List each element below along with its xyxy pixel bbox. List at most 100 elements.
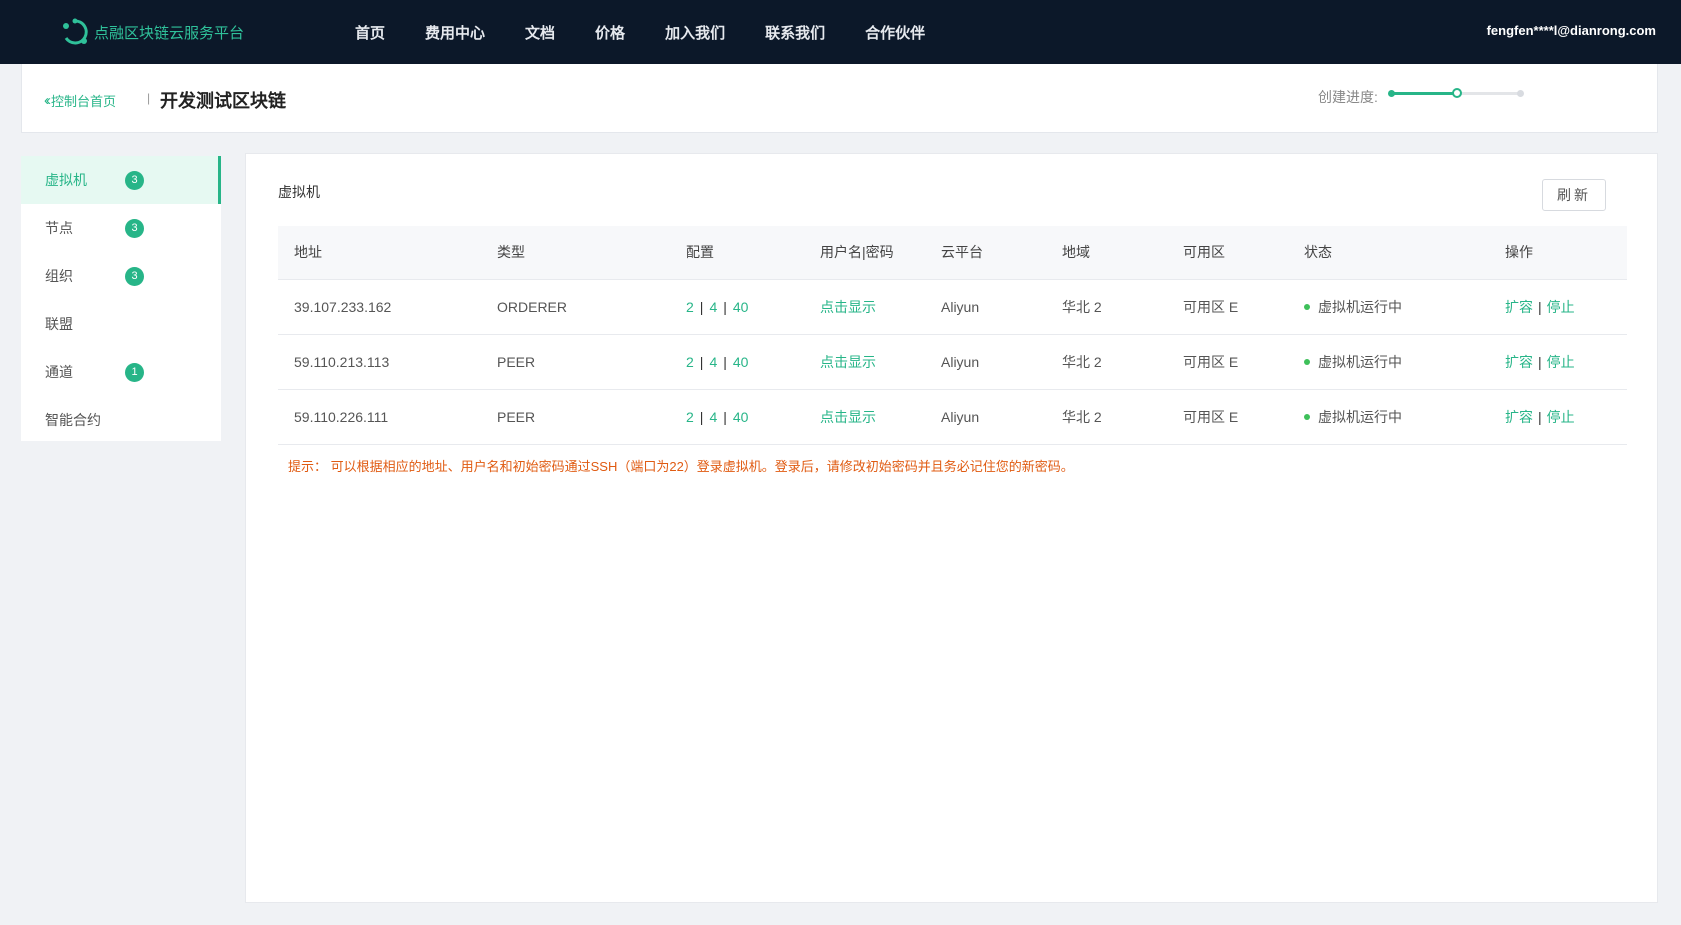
col-cloud: 云平台	[941, 244, 983, 261]
table-header-row: 地址 类型 配置 用户名|密码 云平台 地域 可用区 状态 操作	[278, 226, 1627, 279]
breadcrumb-back[interactable]: ‹‹ 控制台首页	[44, 91, 116, 110]
count-badge: 3	[125, 170, 144, 190]
logo-icon	[63, 18, 88, 45]
cell-zone: 可用区 E	[1183, 353, 1239, 370]
cell-actions: 扩容 | 停止	[1505, 353, 1575, 370]
config-cpu[interactable]: 2	[686, 409, 694, 425]
col-zone: 可用区	[1183, 244, 1225, 261]
cell-region: 华北 2	[1062, 408, 1102, 425]
cell-cloud: Aliyun	[941, 408, 980, 425]
stop-link[interactable]: 停止	[1547, 299, 1575, 315]
show-credentials-link[interactable]: 点击显示	[820, 354, 876, 370]
stop-link[interactable]: 停止	[1547, 409, 1575, 425]
cell-region: 华北 2	[1062, 298, 1102, 315]
nav-join[interactable]: 加入我们	[665, 22, 725, 43]
col-credentials: 用户名|密码	[820, 244, 894, 261]
breadcrumb-console-home: 控制台首页	[51, 94, 117, 109]
sidebar-item-label: 联盟	[45, 316, 73, 332]
cell-zone: 可用区 E	[1183, 408, 1239, 425]
config-disk[interactable]: 40	[733, 354, 749, 370]
sidebar-item-channels[interactable]: 通道 1	[21, 348, 221, 396]
top-navbar: 点融区块链云服务平台 首页 费用中心 文档 价格 加入我们 联系我们 合作伙伴 …	[0, 0, 1681, 64]
cell-credentials: 点击显示	[804, 334, 925, 389]
section-title: 虚拟机	[278, 184, 320, 200]
config-mem[interactable]: 4	[709, 409, 717, 425]
config-disk[interactable]: 40	[733, 409, 749, 425]
count-badge: 1	[125, 362, 144, 382]
sidebar-item-vms[interactable]: 虚拟机 3	[21, 156, 221, 204]
config-cpu[interactable]: 2	[686, 354, 694, 370]
sidebar-item-label: 虚拟机	[45, 172, 87, 188]
cell-status: 虚拟机运行中	[1288, 389, 1489, 444]
cell-actions: 扩容 | 停止	[1505, 298, 1575, 315]
brand-name: 点融区块链云服务平台	[94, 24, 245, 42]
count-badge: 3	[125, 218, 144, 238]
nav-contact[interactable]: 联系我们	[765, 22, 825, 43]
sidebar-item-contracts[interactable]: 智能合约	[21, 396, 221, 444]
scale-up-link[interactable]: 扩容	[1505, 354, 1533, 370]
cell-config: 2 | 4 | 40	[686, 353, 749, 370]
sidebar-item-label: 组织	[45, 268, 73, 284]
double-chevron-left-icon: ‹‹	[44, 92, 51, 109]
cell-address: 39.107.233.162	[294, 298, 392, 315]
sidebar-item-orgs[interactable]: 组织 3	[21, 252, 221, 300]
brand-logo[interactable]: 点融区块链云服务平台	[60, 17, 244, 47]
config-disk[interactable]: 40	[733, 299, 749, 315]
cell-type: ORDERER	[497, 298, 568, 315]
status-running-dot-icon	[1304, 303, 1310, 310]
page-title: 开发测试区块链	[160, 91, 286, 111]
stop-link[interactable]: 停止	[1547, 354, 1575, 370]
sidebar-item-label: 通道	[45, 364, 73, 380]
creation-progress-bar	[1388, 88, 1524, 98]
scale-up-link[interactable]: 扩容	[1505, 299, 1533, 315]
col-status: 状态	[1304, 244, 1332, 261]
show-credentials-link[interactable]: 点击显示	[820, 409, 876, 425]
nav-pricing[interactable]: 价格	[595, 22, 625, 43]
nav-partners[interactable]: 合作伙伴	[865, 22, 925, 43]
cell-config: 2 | 4 | 40	[686, 408, 749, 425]
table-row: 59.110.213.113 PEER 2 | 4 | 40 点击显示 Aliyun 华…	[278, 334, 1627, 389]
cell-address: 59.110.226.111	[294, 408, 389, 425]
status-running-dot-icon	[1304, 358, 1310, 365]
user-account[interactable]: fengfen****l@dianrong.com	[1487, 23, 1656, 38]
sidebar: 虚拟机 3 节点 3 组织 3 联盟 通道 1 智能合约	[21, 156, 221, 441]
cell-address: 59.110.213.113	[294, 353, 390, 370]
table-row: 39.107.233.162 ORDERER 2 | 4 | 40 点击显示 Aliyu…	[278, 279, 1627, 334]
nav-docs[interactable]: 文档	[525, 22, 555, 43]
main-nav: 首页 费用中心 文档 价格 加入我们 联系我们 合作伙伴	[355, 0, 965, 64]
cell-region: 华北 2	[1062, 353, 1102, 370]
col-address: 地址	[294, 244, 322, 261]
status-text: 虚拟机运行中	[1318, 353, 1402, 370]
vm-table: 地址 类型 配置 用户名|密码 云平台 地域 可用区 状态 操作 39.107.…	[278, 226, 1627, 445]
sidebar-item-nodes[interactable]: 节点 3	[21, 204, 221, 252]
status-text: 虚拟机运行中	[1318, 408, 1402, 425]
cell-credentials: 点击显示	[804, 279, 925, 334]
config-mem[interactable]: 4	[709, 354, 717, 370]
refresh-button[interactable]: 刷新	[1542, 179, 1606, 211]
cell-status: 虚拟机运行中	[1288, 279, 1489, 334]
cell-cloud: Aliyun	[941, 353, 980, 370]
sidebar-item-consortium[interactable]: 联盟	[21, 300, 221, 348]
col-type: 类型	[497, 244, 525, 261]
progress-start-dot	[1388, 90, 1395, 97]
scale-up-link[interactable]: 扩容	[1505, 409, 1533, 425]
nav-billing[interactable]: 费用中心	[425, 22, 485, 43]
status-text: 虚拟机运行中	[1318, 298, 1402, 315]
show-credentials-link[interactable]: 点击显示	[820, 299, 876, 315]
cell-cloud: Aliyun	[941, 298, 980, 315]
progress-current-dot	[1452, 88, 1462, 98]
progress-fill	[1391, 92, 1457, 95]
cell-zone: 可用区 E	[1183, 298, 1239, 315]
vm-panel: 虚拟机 刷新 地址 类型 配置 用户名|密码 云平台 地域 可用区 状态 操作 …	[245, 153, 1658, 903]
col-actions: 操作	[1505, 244, 1533, 261]
sidebar-item-label: 智能合约	[45, 412, 101, 428]
config-cpu[interactable]: 2	[686, 299, 694, 315]
breadcrumb-separator: |	[147, 91, 151, 105]
nav-home[interactable]: 首页	[355, 22, 385, 43]
col-config: 配置	[686, 244, 714, 261]
col-region: 地域	[1062, 244, 1090, 261]
cell-credentials: 点击显示	[804, 389, 925, 444]
cell-type: PEER	[497, 408, 536, 425]
config-mem[interactable]: 4	[709, 299, 717, 315]
status-running-dot-icon	[1304, 413, 1310, 420]
